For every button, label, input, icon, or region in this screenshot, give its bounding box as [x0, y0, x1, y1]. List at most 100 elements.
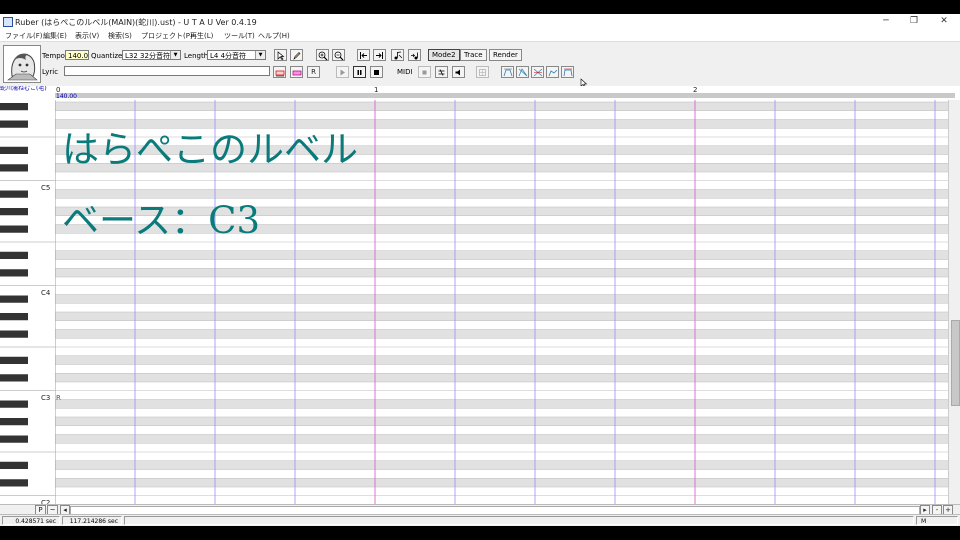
- grid-row: [55, 364, 948, 374]
- envelope-tool-3-button[interactable]: [531, 66, 544, 78]
- black-key: [0, 208, 28, 216]
- envelope-icon: [518, 68, 527, 77]
- quantize-value: L32 32分音符: [125, 52, 170, 60]
- black-key: [0, 479, 28, 487]
- grid-row: [55, 382, 948, 391]
- mode2-button[interactable]: Mode2: [428, 49, 460, 61]
- render-button[interactable]: Render: [489, 49, 522, 61]
- octave-label-c5: C5: [41, 184, 51, 192]
- highlight-tool-button[interactable]: [290, 66, 303, 78]
- title-bar: Ruber (はらぺこのルベル(MAIN)(蛇川).ust) - U T A U…: [0, 14, 960, 29]
- grid-row: [55, 434, 948, 444]
- disabled-tool-button[interactable]: [476, 66, 489, 78]
- black-key: [0, 251, 28, 259]
- play-button[interactable]: [336, 66, 349, 78]
- menu-edit[interactable]: 編集(E): [43, 31, 67, 41]
- close-button[interactable]: ✕: [931, 14, 957, 29]
- menu-search[interactable]: 検索(S): [108, 31, 132, 41]
- stop-button[interactable]: [370, 66, 383, 78]
- grid-row: [55, 268, 948, 277]
- track-name[interactable]: 蛇川濡ねむこ(毛): [0, 86, 55, 100]
- grid-row: [55, 180, 948, 190]
- quantize-label: Quantize: [91, 52, 123, 60]
- status-bar: 0.428571 sec 117.214286 sec M: [0, 514, 960, 526]
- eraser-tool-button[interactable]: [273, 66, 286, 78]
- black-key: [0, 295, 28, 303]
- menu-file[interactable]: ファイル(F): [5, 31, 43, 41]
- piano-keyboard[interactable]: C5 C4 C3 C2: [0, 100, 55, 504]
- chevron-down-icon: ▼: [255, 51, 265, 59]
- note-merge-button[interactable]: [408, 49, 421, 61]
- black-key: [0, 435, 28, 443]
- minimize-button[interactable]: ─: [873, 14, 899, 29]
- vertical-scroll-thumb[interactable]: [951, 320, 960, 406]
- envelope-icon: [548, 69, 557, 77]
- speaker-button[interactable]: [452, 66, 465, 78]
- rest-tool-button[interactable]: R: [307, 66, 320, 78]
- pointer-tool-button[interactable]: [274, 49, 287, 61]
- menu-play[interactable]: 再生(L): [190, 31, 213, 41]
- grid-row: [55, 495, 948, 504]
- menu-bar: ファイル(F) 編集(E) 表示(V) 検索(S) プロジェクト(P) 再生(L…: [0, 29, 960, 42]
- timeline-ruler[interactable]: 0 1 2 140.00: [55, 86, 960, 101]
- black-key: [0, 164, 28, 172]
- black-key: [0, 225, 28, 233]
- grid-row: [55, 250, 948, 260]
- black-key: [0, 190, 28, 198]
- grid-row: [55, 417, 948, 426]
- envelope-tool-1-button[interactable]: [501, 66, 514, 78]
- go-start-button[interactable]: [357, 49, 370, 61]
- grid-row: [55, 347, 948, 356]
- menu-help[interactable]: ヘルプ(H): [258, 31, 290, 41]
- black-key: [0, 400, 28, 408]
- note-split-button[interactable]: [391, 49, 404, 61]
- window-title: Ruber (はらぺこのルベル(MAIN)(蛇川).ust) - U T A U…: [15, 18, 257, 27]
- length-value: L4 4分音符: [210, 52, 247, 60]
- piano-keys: [0, 103, 55, 497]
- midi-label: MIDI: [397, 68, 413, 76]
- go-end-button[interactable]: [373, 49, 386, 61]
- trace-button[interactable]: Trace: [460, 49, 487, 61]
- length-select[interactable]: L4 4分音符 ▼: [207, 50, 266, 60]
- rest-note[interactable]: R: [56, 394, 61, 402]
- octave-label-c3: C3: [41, 394, 51, 402]
- zoom-in-button[interactable]: [316, 49, 329, 61]
- midi-input-button[interactable]: [435, 66, 448, 78]
- measure-number-1: 1: [374, 86, 379, 94]
- grid-row: [55, 102, 948, 111]
- voicebank-avatar[interactable]: [3, 45, 41, 83]
- menu-view[interactable]: 表示(V): [75, 31, 99, 41]
- grid-row: [55, 460, 948, 470]
- measure-number-2: 2: [693, 86, 698, 94]
- envelope-tool-4-button[interactable]: [546, 66, 559, 78]
- envelope-icon: [503, 68, 512, 77]
- pause-button[interactable]: [353, 66, 366, 78]
- status-message: [124, 516, 914, 525]
- grid-row: [55, 355, 948, 365]
- lyric-input[interactable]: [64, 66, 270, 76]
- tempo-input[interactable]: 140.0: [65, 50, 89, 60]
- envelope-tool-5-button[interactable]: [561, 66, 574, 78]
- speaker-icon: [455, 69, 460, 76]
- tempo-marker[interactable]: 140.00: [56, 93, 77, 100]
- pencil-tool-button[interactable]: [290, 49, 303, 61]
- menu-project[interactable]: プロジェクト(P): [141, 31, 193, 41]
- quantize-select[interactable]: L32 32分音符 ▼: [122, 50, 181, 60]
- black-key: [0, 330, 28, 338]
- pause-icon: [357, 70, 362, 75]
- zoom-out-button[interactable]: [332, 49, 345, 61]
- midi-stop-button[interactable]: [418, 66, 431, 78]
- maximize-button[interactable]: ❐: [901, 14, 927, 29]
- menu-tools[interactable]: ツール(T): [224, 31, 255, 41]
- cursor-time: 0.428571 sec: [2, 516, 60, 525]
- vertical-scrollbar[interactable]: [948, 100, 960, 504]
- black-key: [0, 313, 28, 321]
- grid-row: [55, 312, 948, 321]
- grid-row: [55, 303, 948, 312]
- envelope-tool-2-button[interactable]: [516, 66, 529, 78]
- pencil-icon: [293, 52, 301, 60]
- black-key: [0, 461, 28, 469]
- arrow-right-bar-icon: [376, 52, 383, 59]
- status-mode: M: [916, 516, 958, 525]
- grid-row: [55, 399, 948, 409]
